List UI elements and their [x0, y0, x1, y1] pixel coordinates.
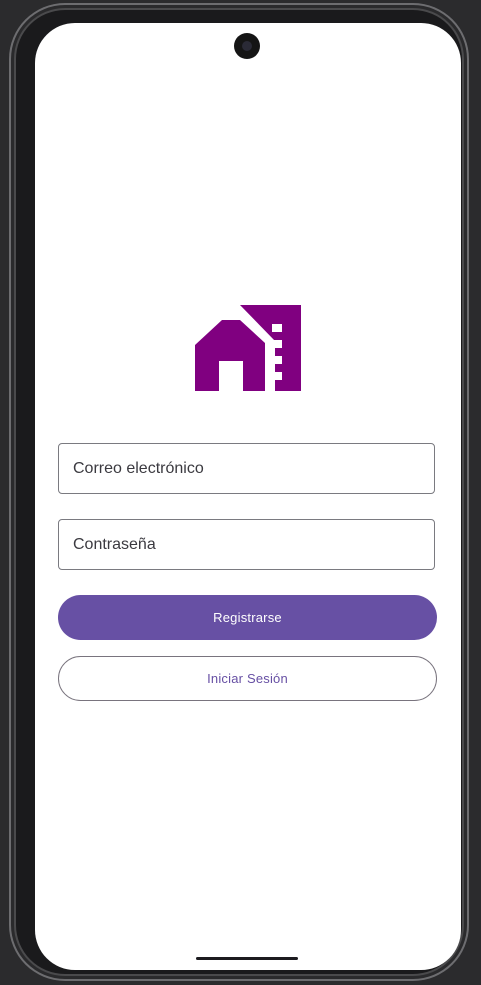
gesture-navigation-bar[interactable] [196, 957, 298, 960]
password-field[interactable] [58, 519, 435, 570]
password-input[interactable] [73, 535, 420, 554]
house-building-icon [195, 305, 301, 391]
phone-frame: Registrarse Iniciar Sesión [9, 3, 469, 981]
login-button[interactable]: Iniciar Sesión [58, 656, 437, 701]
front-camera [234, 33, 260, 59]
register-button[interactable]: Registrarse [58, 595, 437, 640]
email-field[interactable] [58, 443, 435, 494]
email-input[interactable] [73, 459, 420, 478]
app-screen: Registrarse Iniciar Sesión [35, 23, 461, 970]
